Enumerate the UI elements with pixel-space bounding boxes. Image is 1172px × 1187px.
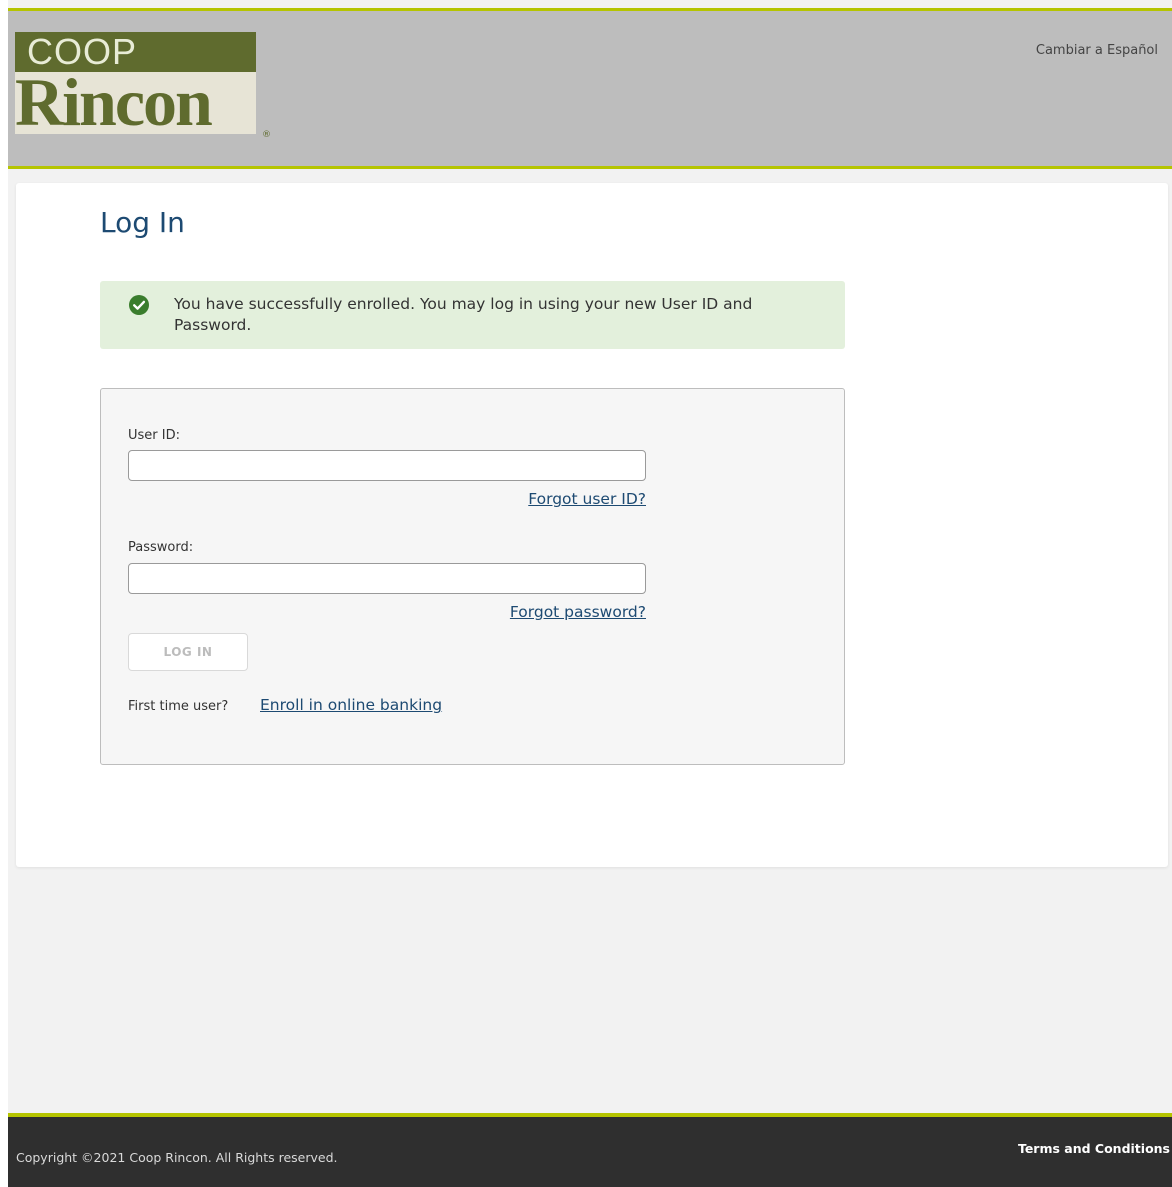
success-alert: You have successfully enrolled. You may … (100, 281, 845, 349)
login-button[interactable]: LOG IN (128, 633, 248, 671)
logo-registered-mark: ® (262, 130, 271, 140)
coop-rincon-logo[interactable]: COOP Rincon ® (15, 32, 275, 140)
password-label: Password: (128, 540, 194, 555)
page-left-edge (0, 0, 8, 1187)
user-id-input[interactable] (128, 450, 646, 481)
success-alert-message: You have successfully enrolled. You may … (174, 295, 753, 334)
logo-bottom-band: Rincon (15, 66, 256, 138)
main-content-card: Log In You have successfully enrolled. Y… (16, 183, 1168, 867)
password-input[interactable] (128, 563, 646, 594)
first-time-user-text: First time user? (128, 699, 229, 714)
copyright-text: Copyright ©2021 Coop Rincon. All Rights … (16, 1150, 338, 1165)
check-circle-icon (128, 294, 150, 316)
enroll-online-banking-link[interactable]: Enroll in online banking (260, 696, 442, 714)
header-bottom-accent (8, 166, 1172, 169)
terms-and-conditions-link[interactable]: Terms and Conditions (1018, 1141, 1170, 1156)
site-header: COOP Rincon ® Cambiar a Español (8, 11, 1172, 166)
language-switch-link[interactable]: Cambiar a Español (1036, 43, 1158, 58)
user-id-label: User ID: (128, 428, 180, 443)
site-footer: Copyright ©2021 Coop Rincon. All Rights … (8, 1117, 1172, 1187)
forgot-password-link[interactable]: Forgot password? (510, 603, 646, 621)
logo-bottom-text: Rincon (15, 64, 213, 140)
forgot-user-id-link[interactable]: Forgot user ID? (528, 490, 646, 508)
login-form: User ID: Forgot user ID? Password: Forgo… (100, 388, 845, 765)
page-title: Log In (100, 206, 185, 239)
